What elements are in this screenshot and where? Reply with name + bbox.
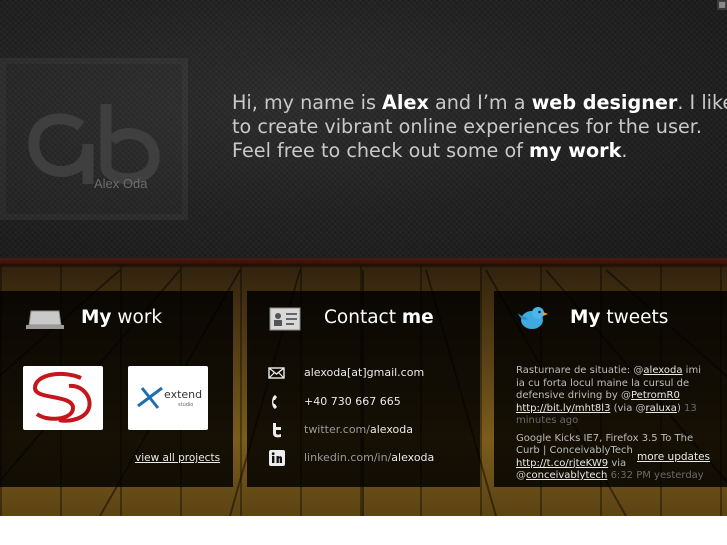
tweet-url-link[interactable]: http://bit.ly/mht8l3 [516,403,610,414]
intro-part: Hi, my name is [232,91,383,114]
header-section: ■ Alex Oda Hi, my name is Alex and I’m a… [0,0,727,258]
logo-text: Alex Oda [94,176,148,191]
my-work-title: My work [81,307,162,328]
intro-role: web designer [531,91,678,114]
twitter-user: alexoda [369,423,413,436]
tweet-item: Rasturnare de situatie: @alexoda imi ia … [516,365,712,428]
contact-email[interactable]: alexoda[at]gmail.com [304,366,424,379]
phone-icon [272,395,277,409]
contact-panel: Contact me alexoda[at]gmail.com +40 730 … [247,291,480,487]
intro-part: . I like [677,91,727,114]
envelope-icon [268,367,285,379]
svg-text:extend: extend [164,388,202,401]
tweet-text: (via @ [610,402,646,414]
tweet-mention-link[interactable]: alexoda [643,365,682,376]
contact-card-icon [269,307,301,331]
title-bold: me [401,307,434,328]
contact-phone: +40 730 667 665 [304,395,401,408]
tweet-mention-link[interactable]: raluxa [646,403,677,414]
intro-name: Alex [382,91,429,114]
tweet-mention-link[interactable]: conceivablytech [526,470,607,481]
linkedin-user: alexoda [391,451,435,464]
tweet-text: ) [676,402,685,414]
view-all-projects-link[interactable]: view all projects [135,452,220,464]
tweet-timestamp: 6:32 PM yesterday [607,470,704,481]
linkedin-icon [269,450,285,466]
title-rest: work [111,307,163,328]
contact-title: Contact me [324,307,434,328]
tweets-panel: My tweets Rasturnare de situatie: @alexo… [494,291,727,487]
project-thumbnail-extend-studio[interactable]: extend studio [128,366,208,430]
project-thumbnail-s[interactable] [23,366,103,430]
title-rest: tweets [600,307,669,328]
my-work-link[interactable]: my work [529,139,621,162]
more-updates-link[interactable]: more updates [637,451,710,463]
close-icon[interactable]: ■ [717,0,727,10]
tweet-url-link[interactable]: http://t.co/rjteKW9 [516,458,608,469]
twitter-bird-icon [518,307,548,329]
twitter-t-icon [273,423,281,438]
title-bold: My [81,307,112,328]
title-rest: Contact [324,307,402,328]
tweets-title: My tweets [570,307,668,328]
s-logo-icon [32,371,92,423]
tweet-text: Rasturnare de situatie: @ [516,365,644,376]
intro-line: to create vibrant online experiences for… [232,115,702,138]
contact-twitter[interactable]: twitter.com/alexoda [304,423,413,436]
intro-part: Feel free to check out some of [232,139,530,162]
twitter-prefix: twitter.com/ [304,423,370,436]
title-bold: My [570,307,601,328]
tweet-list: Rasturnare de situatie: @alexoda imi ia … [516,365,712,488]
intro-text: Hi, my name is Alex and I’m a web design… [232,91,727,163]
laptop-icon [26,310,64,329]
intro-part: . [621,139,628,162]
linkedin-prefix: linkedin.com/in/ [304,451,392,464]
tweet-mention-link[interactable]: PetromR0 [631,390,680,401]
extend-studio-logo-icon: extend studio [137,386,202,409]
my-work-panel: My work extend studio view all projects [0,291,233,487]
intro-part: and I’m a [428,91,532,114]
svg-text:studio: studio [178,402,193,408]
contact-linkedin[interactable]: linkedin.com/in/alexoda [304,451,434,464]
logo[interactable]: Alex Oda [0,58,188,220]
